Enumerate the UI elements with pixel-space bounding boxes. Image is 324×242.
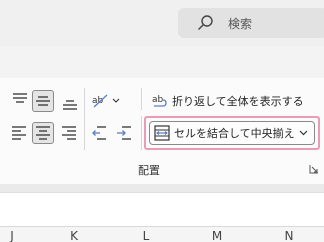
align-center-button[interactable]: [32, 122, 54, 144]
wrap-text-button[interactable]: ab 折り返して全体を表示する: [152, 93, 304, 109]
align-middle-icon: [36, 96, 50, 106]
group-label: 配置: [138, 164, 160, 177]
svg-text:ab: ab: [152, 95, 164, 105]
title-bar: 検索: [0, 0, 324, 46]
align-left-icon: [12, 126, 26, 140]
chevron-down-icon[interactable]: [299, 130, 308, 136]
merge-center-label: セルを結合して中央揃え: [174, 127, 295, 140]
decrease-indent-button[interactable]: [88, 122, 110, 144]
search-icon: [198, 15, 213, 30]
column-header-row: J K L M N: [0, 226, 324, 242]
align-top-button[interactable]: [9, 89, 31, 111]
wrap-text-label: 折り返して全体を表示する: [172, 95, 304, 108]
align-right-button[interactable]: [58, 122, 80, 144]
increase-indent-icon: [117, 126, 131, 140]
formula-area: [0, 192, 324, 226]
column-header[interactable]: K: [64, 229, 84, 242]
merge-center-button[interactable]: セルを結合して中央揃え: [149, 121, 315, 145]
column-header[interactable]: J: [2, 229, 22, 242]
increase-indent-button[interactable]: [113, 122, 135, 144]
column-header[interactable]: M: [207, 229, 227, 242]
search-box[interactable]: 検索: [178, 8, 324, 38]
column-header[interactable]: N: [279, 229, 299, 242]
search-placeholder: 検索: [228, 17, 253, 31]
text-orientation-icon: ab: [92, 94, 120, 108]
orientation-button[interactable]: ab: [90, 89, 122, 111]
align-bottom-icon: [63, 100, 77, 110]
column-header[interactable]: L: [136, 229, 156, 242]
align-top-icon: [13, 93, 27, 103]
wrap-text-icon: ab: [152, 95, 167, 107]
merge-center-icon: [154, 125, 170, 141]
decrease-indent-icon: [92, 126, 106, 140]
svg-text:ab: ab: [92, 96, 104, 106]
align-right-icon: [62, 126, 76, 140]
dialog-launcher-icon[interactable]: [309, 164, 319, 174]
align-center-icon: [36, 126, 50, 140]
align-bottom-button[interactable]: [59, 92, 81, 114]
align-left-button[interactable]: [8, 122, 30, 144]
align-middle-button[interactable]: [32, 90, 54, 112]
